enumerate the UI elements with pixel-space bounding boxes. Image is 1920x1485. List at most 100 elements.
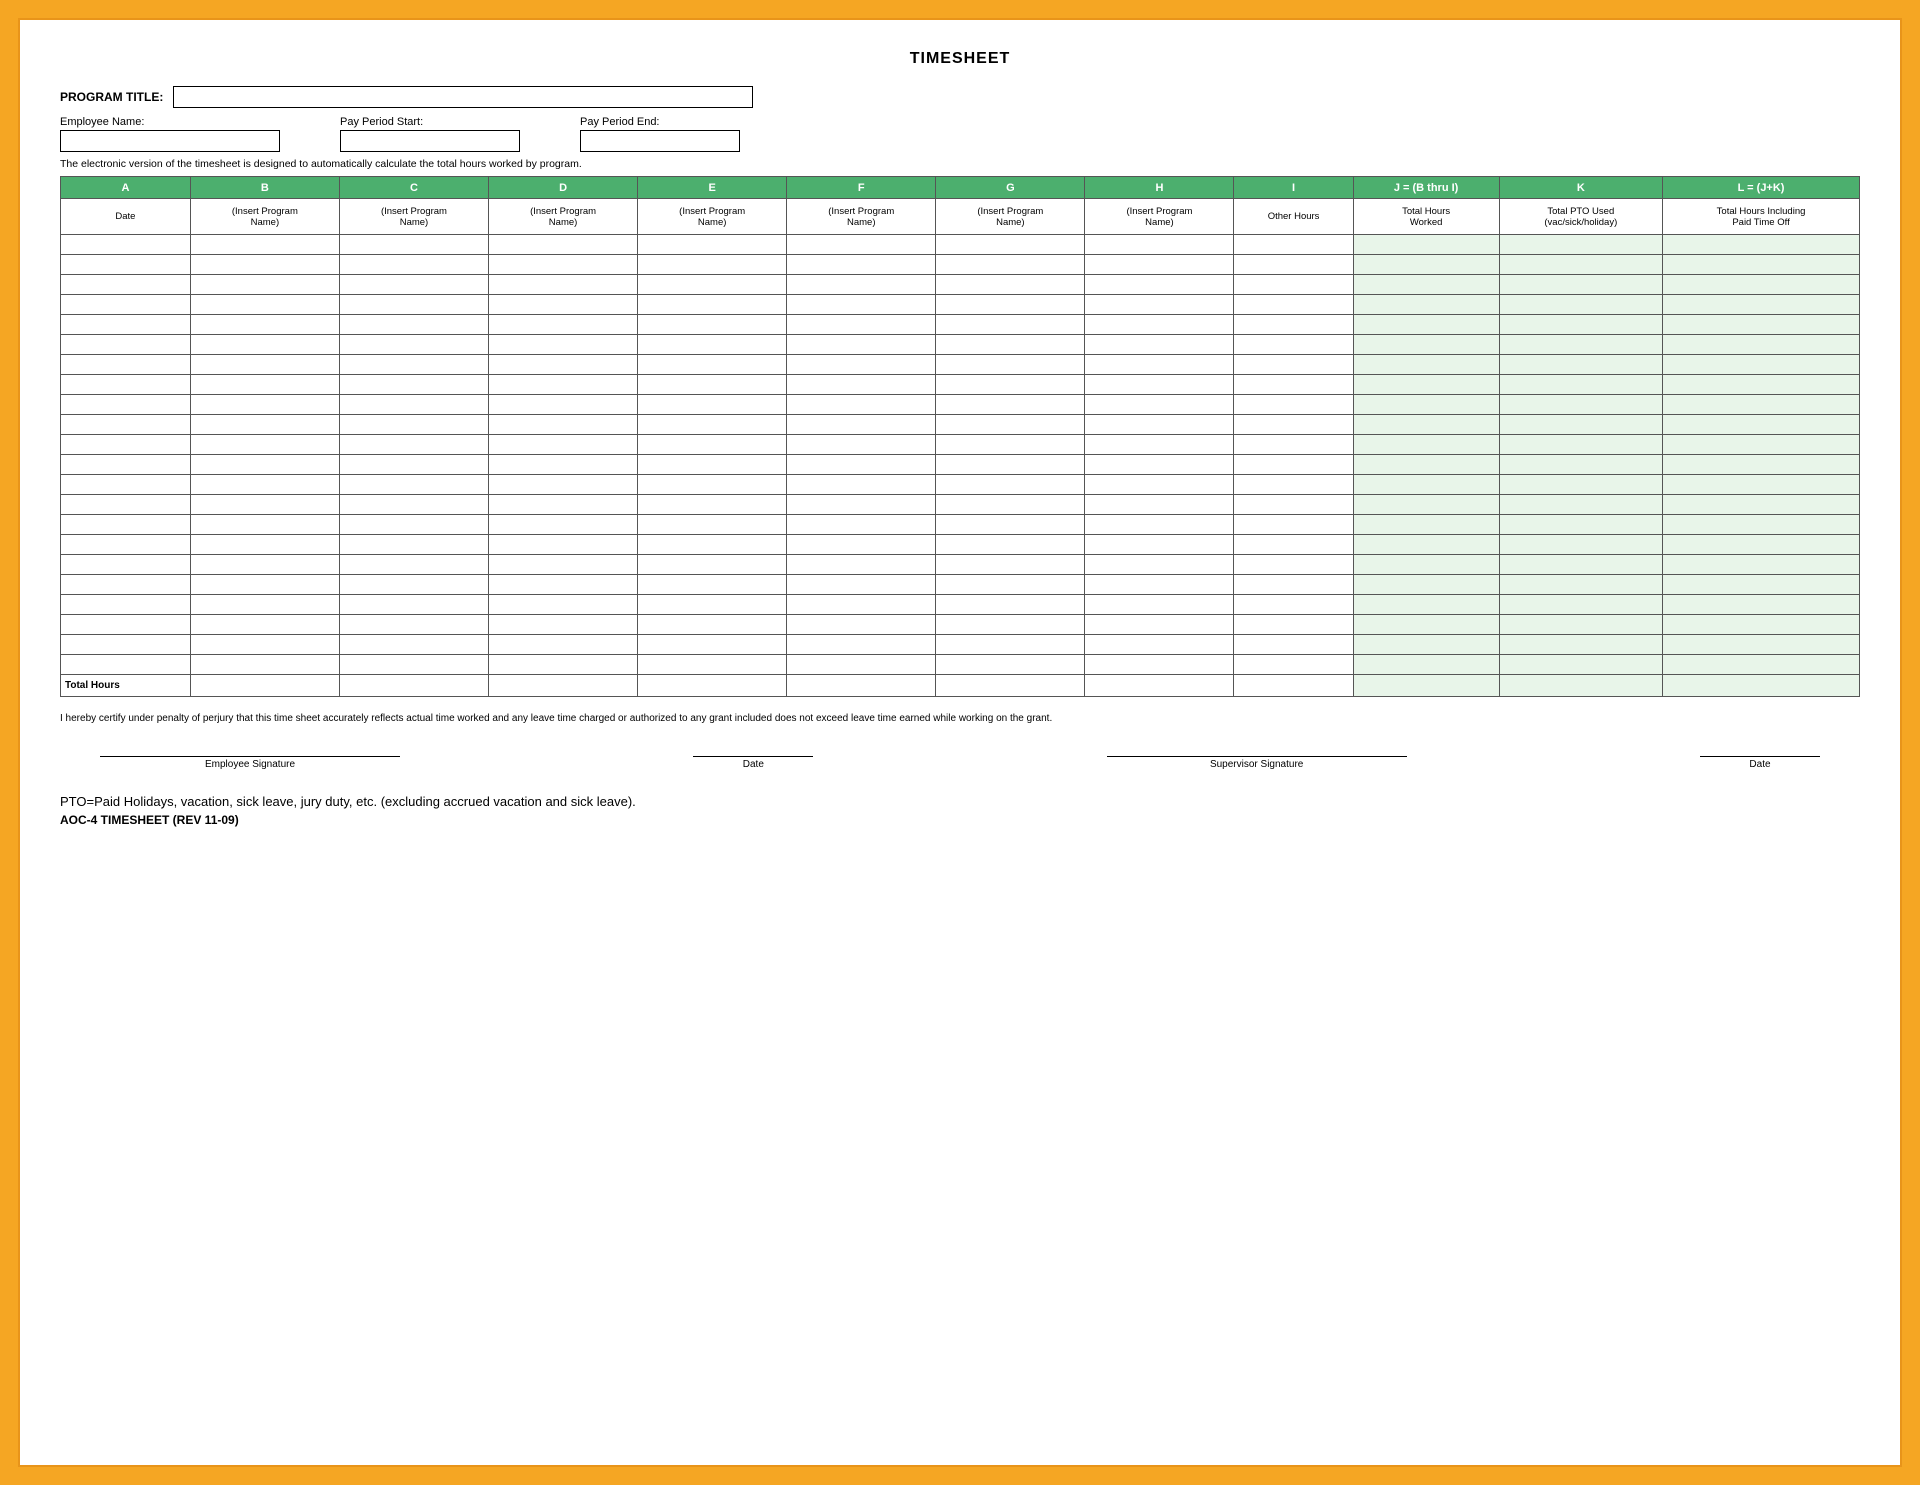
table-cell[interactable]: [1234, 295, 1353, 315]
table-cell[interactable]: [190, 255, 339, 275]
table-cell[interactable]: [489, 275, 638, 295]
table-row[interactable]: [61, 455, 1860, 475]
table-cell[interactable]: [638, 535, 787, 555]
table-cell[interactable]: [638, 235, 787, 255]
table-cell[interactable]: [1234, 235, 1353, 255]
table-cell[interactable]: [339, 235, 488, 255]
table-row[interactable]: [61, 515, 1860, 535]
table-cell[interactable]: [1663, 495, 1860, 515]
table-cell[interactable]: [1663, 355, 1860, 375]
table-cell[interactable]: [1085, 375, 1234, 395]
table-cell[interactable]: [61, 475, 191, 495]
table-cell[interactable]: [61, 575, 191, 595]
table-cell[interactable]: [339, 615, 488, 635]
table-cell[interactable]: [1499, 615, 1663, 635]
table-cell[interactable]: [787, 395, 936, 415]
table-cell[interactable]: [1663, 255, 1860, 275]
table-cell[interactable]: [61, 335, 191, 355]
table-cell[interactable]: [339, 455, 488, 475]
table-cell[interactable]: [1353, 555, 1499, 575]
table-cell[interactable]: [1234, 375, 1353, 395]
table-cell[interactable]: [1085, 295, 1234, 315]
table-cell[interactable]: [638, 475, 787, 495]
table-cell[interactable]: [787, 375, 936, 395]
table-cell[interactable]: [1085, 235, 1234, 255]
table-cell[interactable]: [936, 475, 1085, 495]
table-cell[interactable]: [936, 295, 1085, 315]
table-cell[interactable]: [339, 435, 488, 455]
table-cell[interactable]: [339, 315, 488, 335]
table-cell[interactable]: [638, 275, 787, 295]
table-cell[interactable]: [61, 495, 191, 515]
table-cell[interactable]: [1663, 295, 1860, 315]
table-cell[interactable]: [1353, 395, 1499, 415]
table-row[interactable]: [61, 495, 1860, 515]
table-cell[interactable]: [339, 355, 488, 375]
table-cell[interactable]: [489, 235, 638, 255]
table-cell[interactable]: [787, 515, 936, 535]
table-cell[interactable]: [190, 435, 339, 455]
table-row[interactable]: [61, 235, 1860, 255]
table-cell[interactable]: [1499, 335, 1663, 355]
table-cell[interactable]: [1499, 515, 1663, 535]
table-cell[interactable]: [489, 255, 638, 275]
table-cell[interactable]: [1234, 515, 1353, 535]
table-cell[interactable]: [1234, 495, 1353, 515]
table-cell[interactable]: [1085, 595, 1234, 615]
table-cell[interactable]: [489, 575, 638, 595]
table-cell[interactable]: [339, 395, 488, 415]
table-row[interactable]: [61, 615, 1860, 635]
table-cell[interactable]: [1499, 355, 1663, 375]
table-cell[interactable]: [1085, 275, 1234, 295]
table-cell[interactable]: [638, 395, 787, 415]
table-cell[interactable]: [61, 235, 191, 255]
table-cell[interactable]: [1499, 315, 1663, 335]
table-cell[interactable]: [489, 515, 638, 535]
table-row[interactable]: [61, 475, 1860, 495]
table-cell[interactable]: [1499, 495, 1663, 515]
table-cell[interactable]: [936, 535, 1085, 555]
table-cell[interactable]: [638, 455, 787, 475]
table-cell[interactable]: [190, 575, 339, 595]
table-cell[interactable]: [1234, 615, 1353, 635]
table-cell[interactable]: [190, 635, 339, 655]
table-cell[interactable]: [787, 535, 936, 555]
table-cell[interactable]: [1499, 395, 1663, 415]
table-cell[interactable]: [638, 335, 787, 355]
table-cell[interactable]: [1663, 535, 1860, 555]
table-cell[interactable]: [1353, 235, 1499, 255]
table-cell[interactable]: [190, 455, 339, 475]
table-cell[interactable]: [1353, 255, 1499, 275]
table-cell[interactable]: [1499, 535, 1663, 555]
table-cell[interactable]: [61, 395, 191, 415]
table-cell[interactable]: [1234, 255, 1353, 275]
table-cell[interactable]: [489, 355, 638, 375]
table-cell[interactable]: [489, 455, 638, 475]
table-cell[interactable]: [638, 355, 787, 375]
table-cell[interactable]: [489, 435, 638, 455]
table-cell[interactable]: [638, 415, 787, 435]
pay-period-start-input[interactable]: [340, 130, 520, 152]
table-cell[interactable]: [787, 335, 936, 355]
table-cell[interactable]: [936, 315, 1085, 335]
table-cell[interactable]: [1663, 555, 1860, 575]
table-cell[interactable]: [1499, 375, 1663, 395]
table-cell[interactable]: [339, 255, 488, 275]
table-cell[interactable]: [339, 555, 488, 575]
table-cell[interactable]: [489, 655, 638, 675]
table-cell[interactable]: [190, 615, 339, 635]
table-cell[interactable]: [1353, 375, 1499, 395]
table-row[interactable]: [61, 335, 1860, 355]
table-cell[interactable]: [190, 295, 339, 315]
table-cell[interactable]: [1353, 595, 1499, 615]
table-cell[interactable]: [190, 315, 339, 335]
table-cell[interactable]: [1353, 615, 1499, 635]
table-cell[interactable]: [638, 495, 787, 515]
table-cell[interactable]: [489, 495, 638, 515]
table-row[interactable]: [61, 655, 1860, 675]
table-cell[interactable]: [190, 555, 339, 575]
program-title-input[interactable]: [173, 86, 753, 108]
table-cell[interactable]: [638, 375, 787, 395]
table-cell[interactable]: [339, 595, 488, 615]
table-cell[interactable]: [1663, 415, 1860, 435]
